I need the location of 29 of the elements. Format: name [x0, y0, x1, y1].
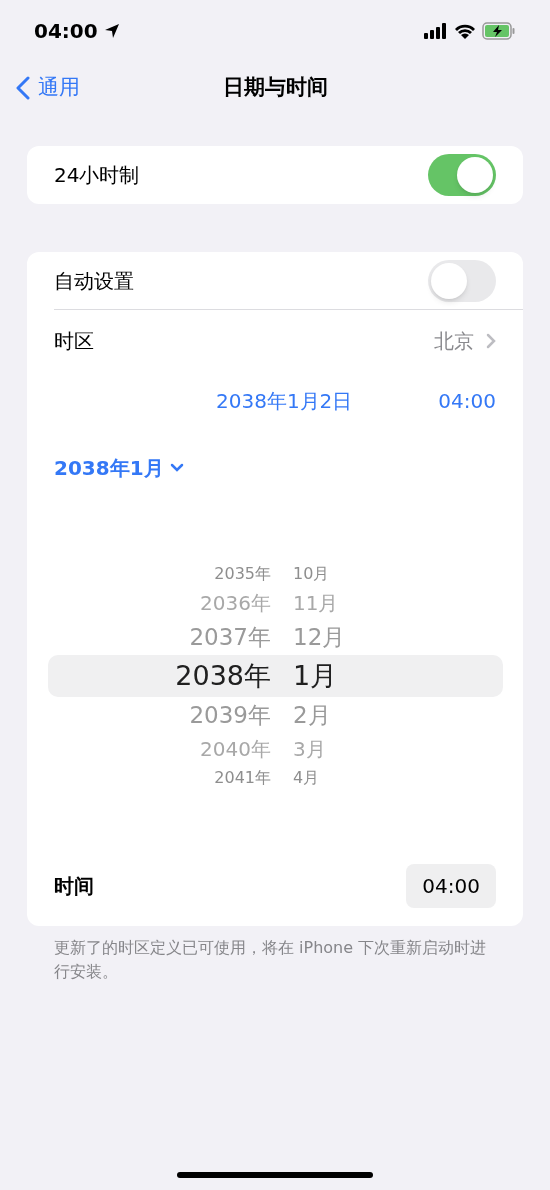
signal-icon [424, 23, 448, 39]
time-button[interactable]: 04:00 [406, 864, 496, 908]
battery-charging-icon [482, 22, 516, 40]
date-value[interactable]: 2038年1月2日 [216, 386, 353, 416]
toggle-switch[interactable] [428, 259, 496, 302]
picker-row[interactable]: 2036年 11月 [48, 587, 503, 619]
picker-row[interactable]: 2041年 4月 [48, 765, 503, 791]
location-arrow-icon [103, 23, 120, 39]
row-label: 时间 [54, 873, 94, 900]
toggle-switch[interactable] [428, 154, 496, 196]
picker-row[interactable]: 2038年 1月 [48, 655, 503, 697]
picker-row[interactable]: 2035年 10月 [48, 561, 503, 587]
picker-row[interactable]: 2040年 3月 [48, 733, 503, 765]
chevron-down-icon [169, 463, 184, 473]
row-label: 24小时制 [54, 162, 140, 189]
row-label: 时区 [54, 328, 94, 355]
page-title: 日期与时间 [222, 74, 328, 102]
row-label: 自动设置 [54, 267, 134, 295]
back-button[interactable]: 通用 [16, 72, 80, 104]
time-value[interactable]: 04:00 [438, 386, 496, 416]
wifi-icon [454, 23, 476, 39]
chevron-left-icon [16, 76, 30, 100]
timezone-value[interactable]: 北京 [434, 326, 474, 356]
footer-note: 更新了的时区定义已可使用，将在 iPhone 下次重新启动时进行安装。 [53, 937, 488, 983]
picker-row[interactable]: 2039年 2月 [48, 697, 503, 733]
status-time: 04:00 [34, 18, 98, 45]
month-year-button[interactable]: 2038年1月 [54, 453, 184, 483]
chevron-right-icon [486, 333, 496, 349]
picker-row[interactable]: 2037年 12月 [48, 619, 503, 655]
